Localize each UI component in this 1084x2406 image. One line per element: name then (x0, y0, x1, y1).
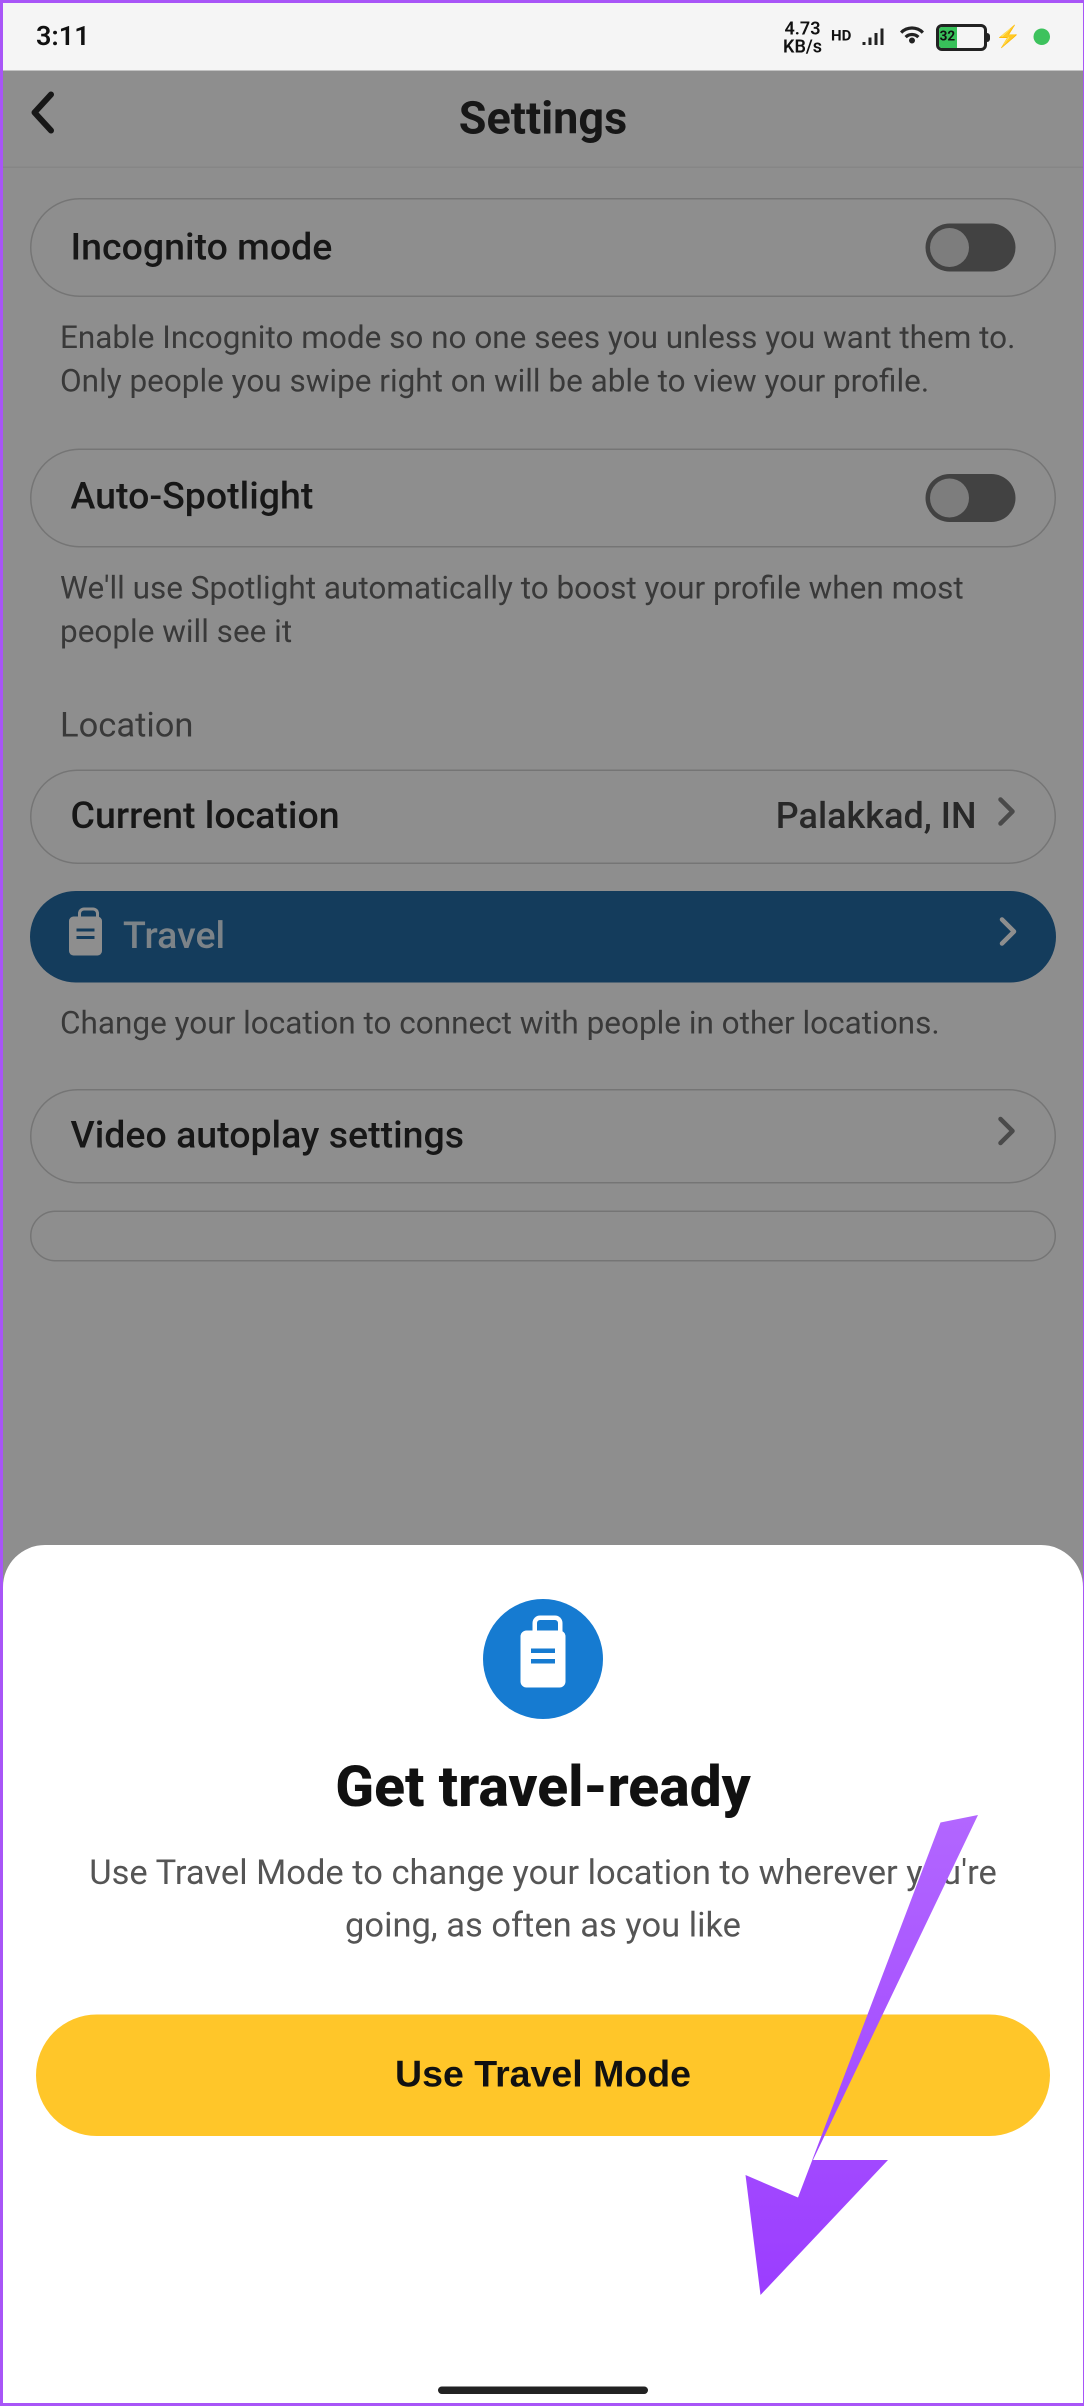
hd-indicator: HD (831, 29, 851, 46)
sheet-title: Get travel-ready (36, 1755, 1050, 1821)
home-indicator[interactable] (438, 2387, 648, 2395)
netspeed-unit: KB/s (783, 37, 822, 55)
status-icons: 4.73 KB/s HD 32 ⚡ (783, 19, 1050, 55)
sheet-body: Use Travel Mode to change your location … (36, 1848, 1050, 1952)
charging-icon: ⚡ (995, 25, 1021, 49)
travel-mode-sheet: Get travel-ready Use Travel Mode to chan… (3, 1545, 1083, 2403)
sheet-icon-circle (483, 1599, 603, 1719)
netspeed-value: 4.73 (783, 19, 822, 37)
suitcase-icon (521, 1631, 566, 1688)
wifi-icon (896, 23, 926, 52)
app-content: Settings Incognito mode Enable Incognito… (3, 71, 1083, 2404)
status-bar: 3:11 4.73 KB/s HD 32 ⚡ (3, 3, 1083, 71)
signal-icon (860, 24, 887, 50)
use-travel-mode-button[interactable]: Use Travel Mode (36, 2015, 1050, 2137)
recording-dot (1034, 29, 1051, 46)
clock: 3:11 (36, 21, 90, 53)
battery-icon: 32 (935, 23, 986, 50)
